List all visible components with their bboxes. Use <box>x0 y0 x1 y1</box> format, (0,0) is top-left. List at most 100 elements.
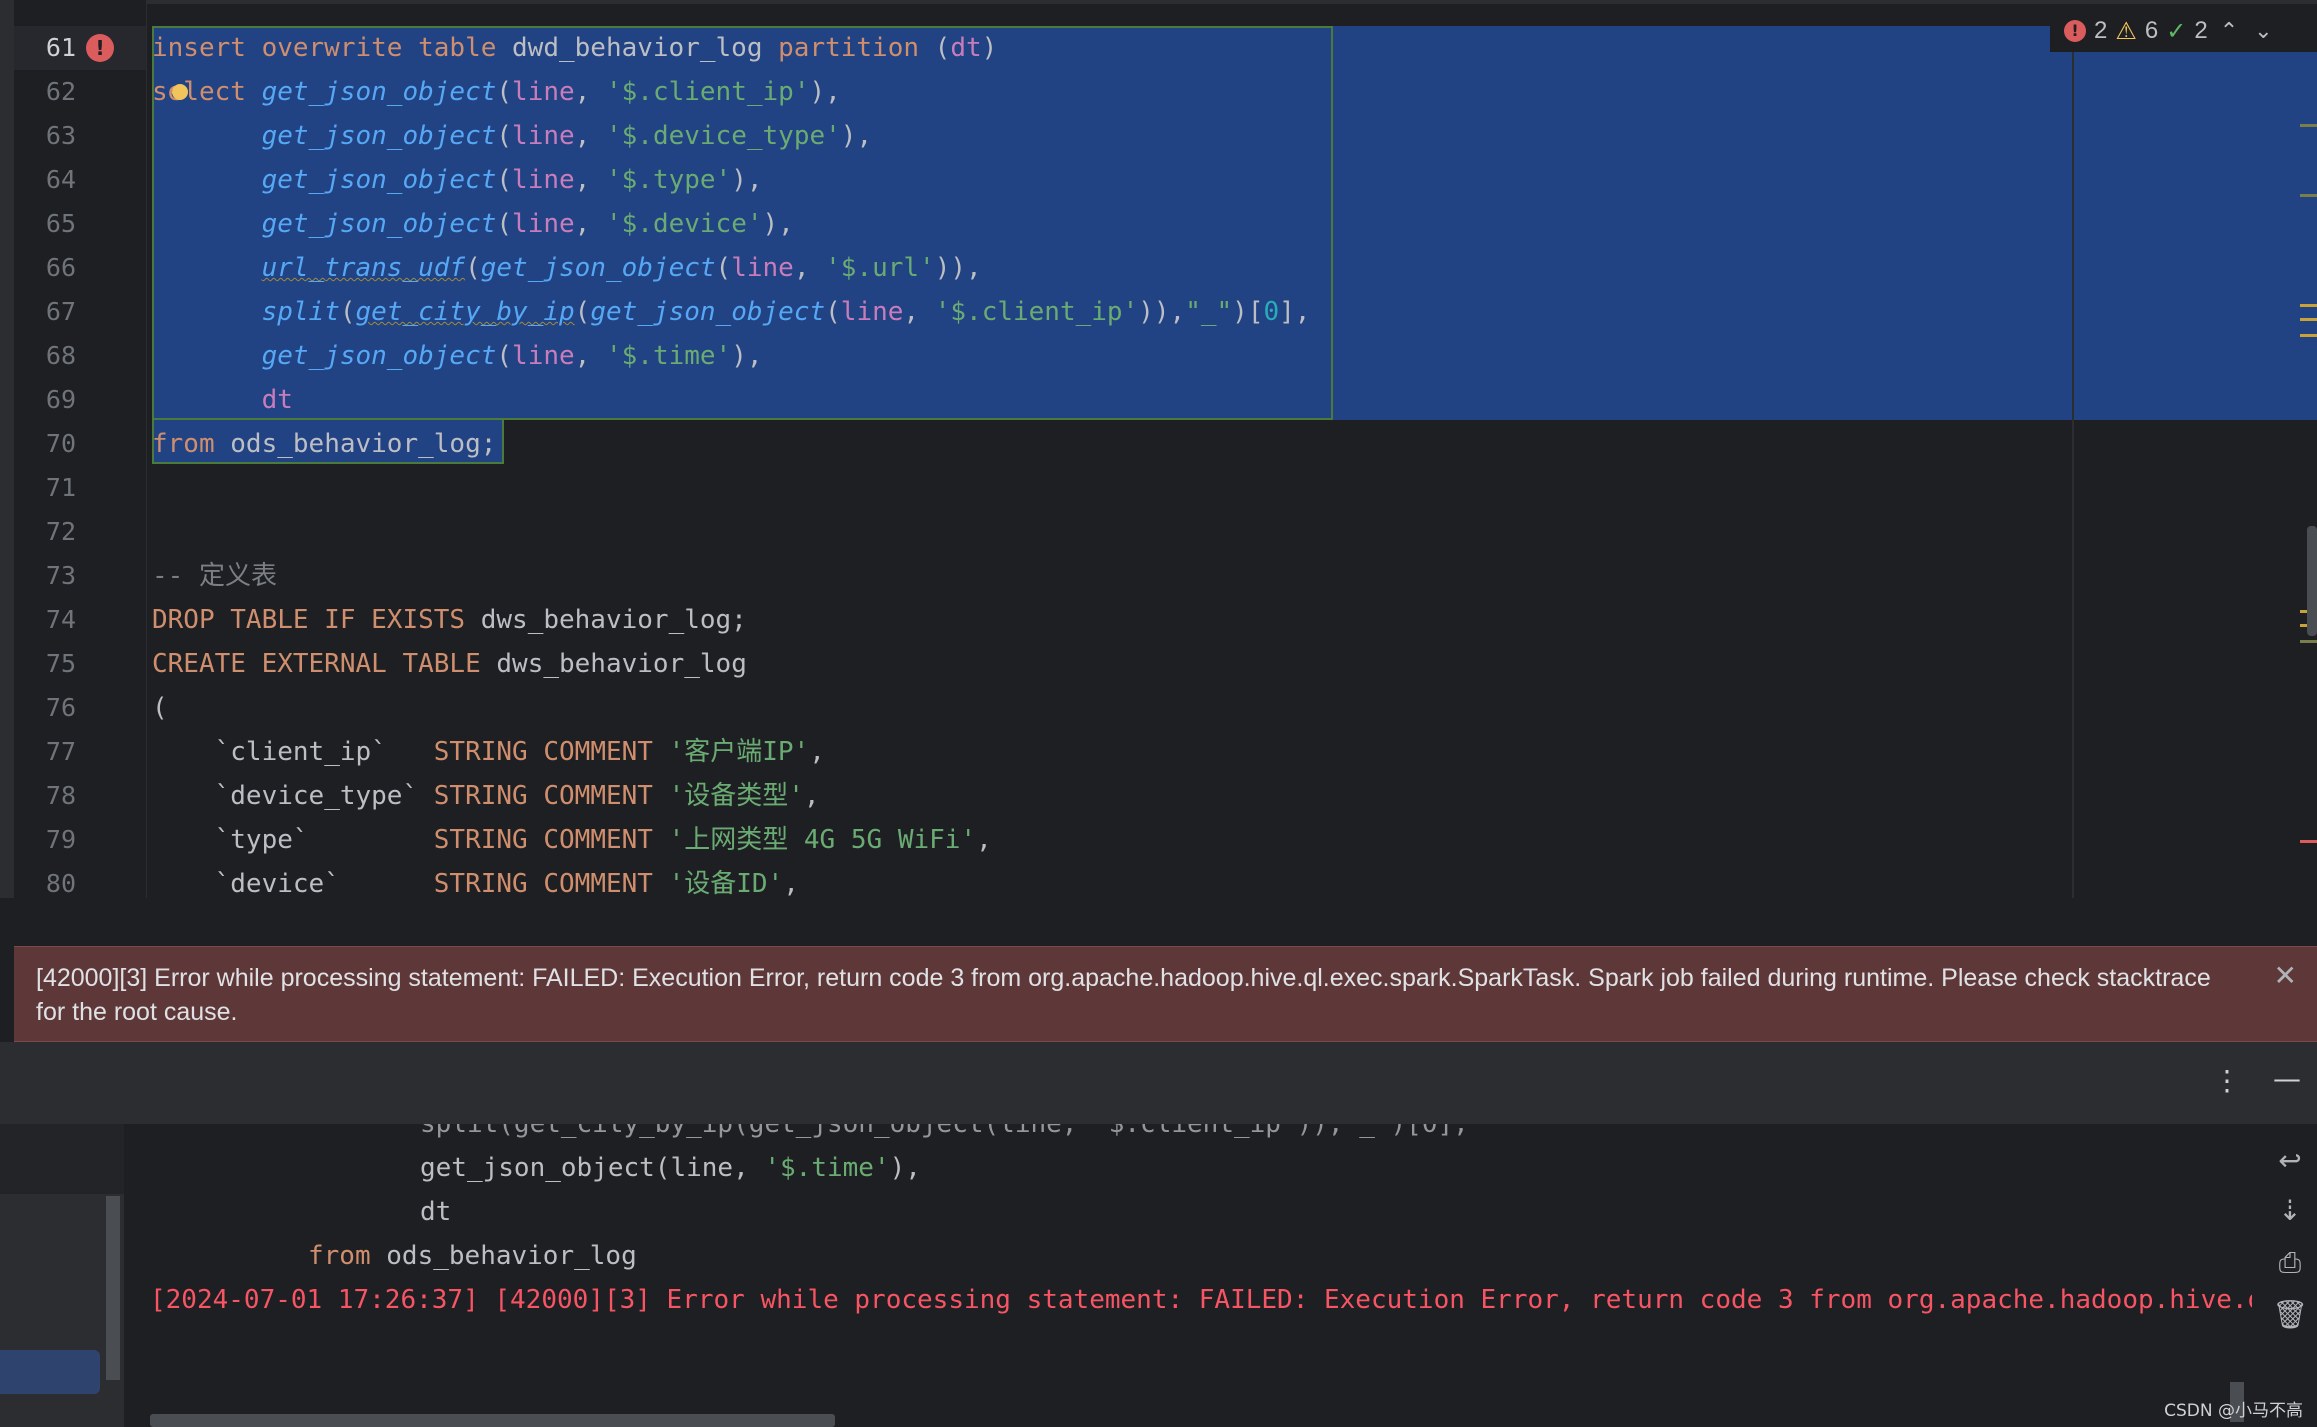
print-icon[interactable]: ⎙ <box>2272 1246 2308 1280</box>
string: '$.type' <box>605 165 732 195</box>
string: '$.time' <box>605 341 732 371</box>
scroll-marker[interactable] <box>2300 640 2317 643</box>
param: dt <box>261 385 293 415</box>
code-line-78[interactable]: `device_type` STRING COMMENT '设备类型', <box>152 774 820 818</box>
code-line-79[interactable]: `type` STRING COMMENT '上网类型 4G 5G WiFi', <box>152 818 992 862</box>
code-line-63[interactable]: get_json_object(line, '$.device_type'), <box>152 114 873 158</box>
console-string: '$.time' <box>764 1153 890 1183</box>
lightbulb-icon[interactable] <box>172 84 188 100</box>
code-line-74[interactable]: DROP TABLE IF EXISTS dws_behavior_log; <box>152 598 747 642</box>
punct: , <box>574 77 606 107</box>
scroll-marker[interactable] <box>2300 124 2317 127</box>
function-name: get_json_object <box>261 209 497 239</box>
punct: , <box>574 341 606 371</box>
code-line-66[interactable]: url_trans_udf(get_json_object(line, '$.u… <box>152 246 982 290</box>
check-icon: ✓ <box>2166 17 2187 45</box>
trash-icon[interactable]: 🗑 <box>2272 1298 2308 1331</box>
services-panel-header <box>0 1042 2317 1124</box>
code-editor[interactable]: 61 62 63 64 65 66 67 68 69 70 71 72 73 7… <box>0 0 2317 898</box>
line-number: 79 <box>45 825 76 854</box>
param: line <box>731 253 794 283</box>
punct: )), <box>934 253 982 283</box>
punct: )), <box>1138 297 1186 327</box>
scroll-marker[interactable] <box>2300 334 2317 337</box>
error-message: [42000][3] Error while processing statem… <box>36 964 2211 1026</box>
error-notification: [42000][3] Error while processing statem… <box>14 946 2317 1042</box>
soft-wrap-icon[interactable]: ↩ <box>2272 1144 2308 1177</box>
code-line-69[interactable]: dt <box>152 378 293 422</box>
punct: , <box>976 825 992 855</box>
editor-scrollbar-thumb[interactable] <box>2307 526 2317 636</box>
code-line-80[interactable]: `device` STRING COMMENT '设备ID', <box>152 862 799 898</box>
line-number: 67 <box>45 297 76 326</box>
punct: ( <box>574 297 591 327</box>
code-line-76[interactable]: ( <box>152 686 168 730</box>
code-line-70[interactable]: from ods_behavior_log; <box>152 422 496 466</box>
minimize-icon[interactable]: — <box>2273 1062 2301 1095</box>
chevron-up-icon[interactable]: ⌃ <box>2216 18 2242 44</box>
punct: ) <box>981 33 998 63</box>
code-line-73[interactable]: -- 定义表 <box>152 554 277 598</box>
warning-count: 6 <box>2144 17 2159 44</box>
param: line <box>512 77 575 107</box>
punct: ( <box>465 253 481 283</box>
column-name: `device` <box>214 869 340 898</box>
error-gutter-icon[interactable]: ! <box>86 34 114 62</box>
console-error-line: [2024-07-01 17:26:37] [42000][3] Error w… <box>150 1285 2252 1315</box>
punct: ( <box>339 297 356 327</box>
scroll-marker[interactable] <box>2300 318 2317 321</box>
keyword: STRING COMMENT <box>433 737 653 767</box>
identifier: dws_behavior_log <box>480 649 747 679</box>
code-line-67[interactable]: split(get_city_by_ip(get_json_object(lin… <box>152 290 1311 334</box>
chevron-down-icon[interactable]: ⌄ <box>2250 18 2276 44</box>
keyword: DROP TABLE IF EXISTS <box>152 605 466 635</box>
code-line-65[interactable]: get_json_object(line, '$.device'), <box>152 202 794 246</box>
keyword: STRING COMMENT <box>433 781 653 811</box>
function-name: get_json_object <box>590 297 826 327</box>
services-tree-row[interactable] <box>0 1124 124 1194</box>
console-output[interactable]: split(get_city_by_ip(get_json_object(lin… <box>124 1124 2252 1427</box>
scroll-marker[interactable] <box>2300 840 2317 843</box>
watermark: CSDN @小马不高 <box>2164 1401 2303 1421</box>
keyword: insert overwrite table <box>152 33 497 63</box>
console-line: dt <box>420 1197 452 1227</box>
scroll-to-end-icon[interactable]: ⇣ <box>2272 1194 2308 1227</box>
function-name: get_json_object <box>480 253 716 283</box>
scroll-marker[interactable] <box>2300 194 2317 197</box>
console-horizontal-scrollbar[interactable] <box>150 1414 835 1427</box>
punct: , <box>574 165 606 195</box>
function-name-unresolved: url_trans_udf <box>261 253 466 283</box>
keyword: CREATE EXTERNAL TABLE <box>152 649 481 679</box>
line-number: 71 <box>45 473 76 502</box>
string: '$.device_type' <box>605 121 841 151</box>
punct: ], <box>1279 297 1311 327</box>
code-line-68[interactable]: get_json_object(line, '$.time'), <box>152 334 763 378</box>
code-line-64[interactable]: get_json_object(line, '$.type'), <box>152 158 763 202</box>
string: '设备ID' <box>668 869 784 898</box>
gutter-separator <box>146 0 147 898</box>
inspection-widget[interactable]: ! 2 ⚠ 6 ✓ 2 ⌃ ⌄ <box>2050 10 2317 52</box>
console-text: get_json_object(line, <box>420 1153 765 1183</box>
services-tree-selected-item[interactable] <box>0 1350 100 1394</box>
close-icon[interactable]: ✕ <box>2274 959 2297 992</box>
code-line-61[interactable]: insert overwrite table dwd_behavior_log … <box>152 26 997 70</box>
code-line-62[interactable]: select get_json_object(line, '$.client_i… <box>152 70 841 114</box>
punct: , <box>803 781 820 811</box>
console-text: ), <box>889 1153 921 1183</box>
line-number: 61 <box>45 33 76 62</box>
error-icon: ! <box>2064 20 2086 42</box>
string: '$.client_ip' <box>605 77 810 107</box>
scroll-marker[interactable] <box>2300 304 2317 307</box>
code-line-75[interactable]: CREATE EXTERNAL TABLE dws_behavior_log <box>152 642 747 686</box>
line-number: 80 <box>45 869 76 898</box>
param: line <box>512 209 575 239</box>
punct: , <box>783 869 799 898</box>
punct: ), <box>731 165 763 195</box>
more-options-icon[interactable]: ⋮ <box>2213 1064 2241 1097</box>
code-line-77[interactable]: `client_ip` STRING COMMENT '客户端IP', <box>152 730 825 774</box>
string: '上网类型 4G 5G WiFi' <box>668 825 977 855</box>
function-name-unresolved: get_city_by_ip <box>355 297 575 327</box>
identifier: ods_behavior_log; <box>214 429 497 459</box>
line-number: 62 <box>45 77 76 106</box>
services-tree-scrollbar[interactable] <box>106 1196 120 1380</box>
